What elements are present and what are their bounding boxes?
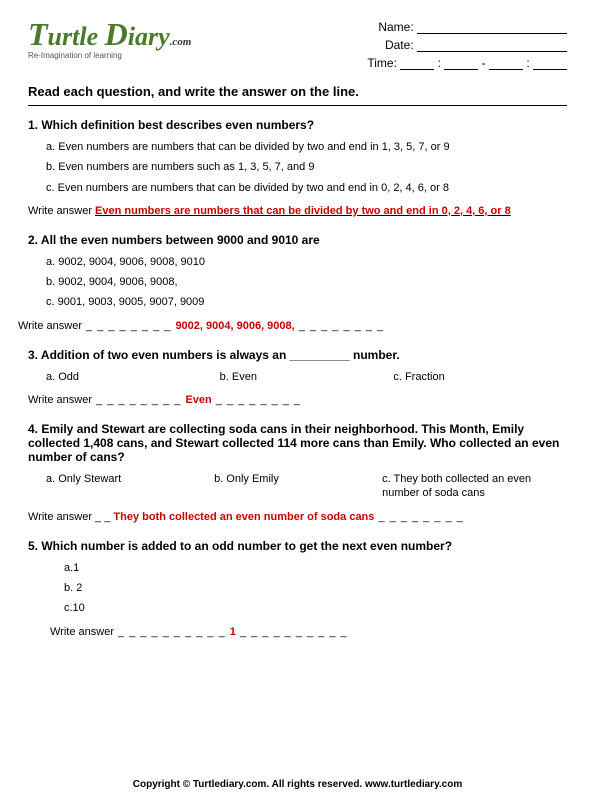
q1-option-b: b. Even numbers are numbers such as 1, 3…: [46, 160, 567, 174]
q5-option-b: b. 2: [64, 581, 567, 595]
divider: [28, 105, 567, 106]
q3-answer: Even: [185, 394, 211, 406]
q4-options: a. Only Stewart b. Only Emily c. They bo…: [46, 472, 567, 501]
q5-option-a: a.1: [64, 561, 567, 575]
q1-answer: Even numbers are numbers that can be div…: [95, 205, 511, 217]
date-field: Date:: [367, 38, 567, 52]
q4-text: 4. Emily and Stewart are collecting soda…: [28, 422, 567, 464]
q4-answer: They both collected an even number of so…: [113, 511, 374, 523]
q5-text: 5. Which number is added to an odd numbe…: [28, 539, 567, 553]
q2-options: a. 9002, 9004, 9006, 9008, 9010 b. 9002,…: [46, 255, 567, 310]
student-info: Name: Date: Time: : - :: [367, 18, 567, 74]
footer: Copyright © Turtlediary.com. All rights …: [0, 779, 595, 790]
q1-text: 1. Which definition best describes even …: [28, 118, 567, 132]
q3-options: a. Odd b. Even c. Fraction: [46, 370, 567, 384]
question-4: 4. Emily and Stewart are collecting soda…: [28, 422, 567, 523]
q4-option-c: c. They both collected an even number of…: [382, 472, 567, 501]
q2-answer-line: Write answer _ _ _ _ _ _ _ _ 9002, 9004,…: [18, 320, 567, 332]
q5-answer-line: Write answer _ _ _ _ _ _ _ _ _ _ 1 _ _ _…: [50, 626, 567, 638]
q2-text: 2. All the even numbers between 9000 and…: [28, 233, 567, 247]
logo: Turtle Diary.com Re-Imagination of learn…: [28, 18, 191, 60]
q3-text: 3. Addition of two even numbers is alway…: [28, 348, 567, 362]
question-3: 3. Addition of two even numbers is alway…: [28, 348, 567, 406]
q1-option-a: a. Even numbers are numbers that can be …: [46, 140, 567, 154]
q1-answer-line: Write answer Even numbers are numbers th…: [28, 205, 567, 217]
question-2: 2. All the even numbers between 9000 and…: [28, 233, 567, 332]
q4-answer-line: Write answer _ _ They both collected an …: [28, 511, 567, 523]
question-1: 1. Which definition best describes even …: [28, 118, 567, 217]
q4-option-a: a. Only Stewart: [46, 472, 214, 501]
q1-options: a. Even numbers are numbers that can be …: [46, 140, 567, 195]
q5-options: a.1 b. 2 c.10: [64, 561, 567, 616]
q5-option-c: c.10: [64, 601, 567, 615]
q3-option-a: a. Odd: [46, 370, 220, 384]
logo-text: Turtle Diary.com: [28, 18, 191, 50]
q4-option-b: b. Only Emily: [214, 472, 382, 501]
q3-option-c: c. Fraction: [393, 370, 567, 384]
instructions: Read each question, and write the answer…: [28, 84, 567, 99]
time-field: Time: : - :: [367, 56, 567, 70]
q2-option-c: c. 9001, 9003, 9005, 9007, 9009: [46, 295, 567, 309]
q3-answer-line: Write answer _ _ _ _ _ _ _ _ Even _ _ _ …: [28, 394, 567, 406]
logo-tagline: Re-Imagination of learning: [28, 52, 191, 60]
q1-option-c: c. Even numbers are numbers that can be …: [46, 181, 567, 195]
header: Turtle Diary.com Re-Imagination of learn…: [28, 18, 567, 74]
q3-option-b: b. Even: [220, 370, 394, 384]
question-5: 5. Which number is added to an odd numbe…: [28, 539, 567, 638]
q2-option-a: a. 9002, 9004, 9006, 9008, 9010: [46, 255, 567, 269]
q2-answer: 9002, 9004, 9006, 9008,: [175, 320, 294, 332]
q2-option-b: b. 9002, 9004, 9006, 9008,: [46, 275, 567, 289]
name-field: Name:: [367, 20, 567, 34]
